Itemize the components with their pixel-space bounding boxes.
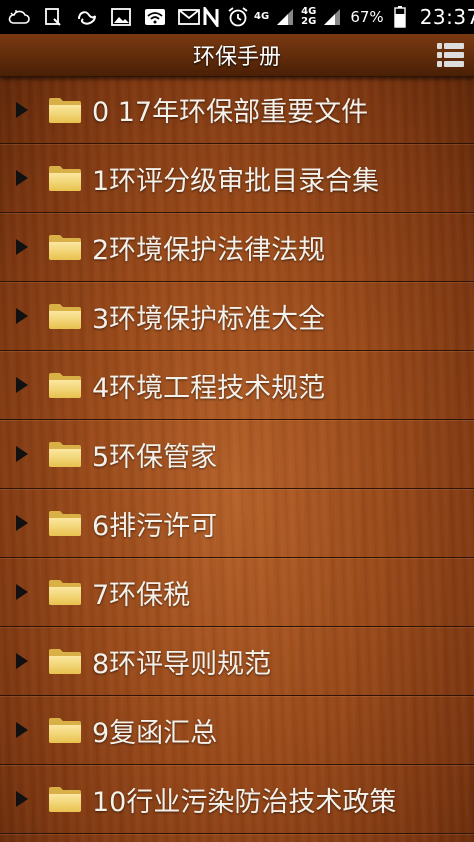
image-icon — [110, 6, 132, 28]
list-item-label: 4环境工程技术规范 — [92, 372, 326, 404]
app-bar: 环保手册 — [0, 34, 474, 77]
folder-icon — [48, 164, 82, 192]
network-label-2: 4G 2G — [301, 6, 317, 27]
list-item-label: 6排污许可 — [92, 510, 218, 542]
status-bar: 4G 4G 2G 67% 23:37 — [0, 0, 474, 34]
list-item-label: 7环保税 — [92, 579, 191, 611]
folder-icon — [48, 509, 82, 537]
signal-strength-icon-2 — [321, 6, 343, 28]
expand-arrow-icon[interactable] — [16, 377, 28, 393]
clipboard-icon — [42, 6, 64, 28]
list-item-2[interactable]: 2环境保护法律法规 — [0, 213, 474, 282]
list-item-label: 3环境保护标准大全 — [92, 303, 326, 335]
expand-arrow-icon[interactable] — [16, 101, 28, 118]
expand-arrow-icon[interactable] — [16, 584, 28, 600]
expand-arrow-icon[interactable] — [16, 446, 28, 462]
network-label-1: 4G — [254, 11, 270, 22]
list-item-label: 9复函汇总 — [92, 717, 218, 749]
folder-icon — [48, 96, 82, 124]
list-item-9[interactable]: 9复函汇总 — [0, 696, 474, 765]
list-item-6[interactable]: 6排污许可 — [0, 489, 474, 558]
list-item-4[interactable]: 4环境工程技术规范 — [0, 351, 474, 420]
expand-arrow-icon[interactable] — [16, 515, 28, 531]
wifi-icon — [144, 6, 166, 28]
notification-icons — [8, 6, 200, 28]
expand-arrow-icon[interactable] — [16, 722, 28, 738]
expand-arrow-icon[interactable] — [16, 239, 28, 255]
expand-arrow-icon[interactable] — [16, 308, 28, 324]
list-item-10[interactable]: 10行业污染防治技术政策 — [0, 765, 474, 834]
list-item-label: 5环保管家 — [92, 441, 218, 473]
expand-arrow-icon[interactable] — [16, 170, 28, 186]
signal-strength-icon — [274, 6, 296, 28]
clock-time: 23:37 — [419, 5, 474, 29]
mail-icon — [178, 6, 200, 28]
list-item-label: 10行业污染防治技术政策 — [92, 786, 397, 818]
list-item-0[interactable]: 0 17年环保部重要文件 — [0, 76, 474, 144]
list-item-label: 8环评导则规范 — [92, 648, 272, 680]
folder-icon — [48, 440, 82, 468]
list-item-8[interactable]: 8环评导则规范 — [0, 627, 474, 696]
system-status: 4G 4G 2G 67% 23:37 — [200, 5, 474, 29]
folder-icon — [48, 785, 82, 813]
list-item-7[interactable]: 7环保税 — [0, 558, 474, 627]
list-menu-icon — [436, 43, 464, 67]
list-item-label: 1环评分级审批目录合集 — [92, 165, 380, 197]
list-item-label: 0 17年环保部重要文件 — [92, 97, 369, 128]
alarm-icon — [227, 6, 249, 28]
folder-icon — [48, 578, 82, 606]
list-item-1[interactable]: 1环评分级审批目录合集 — [0, 144, 474, 213]
list-item-label: 2环境保护法律法规 — [92, 234, 326, 266]
folder-icon — [48, 647, 82, 675]
battery-icon — [389, 6, 411, 28]
expand-arrow-icon[interactable] — [16, 653, 28, 669]
list-menu-button[interactable] — [434, 39, 466, 71]
battery-percent: 67% — [350, 8, 384, 26]
nfc-icon — [200, 6, 222, 28]
list-item-5[interactable]: 5环保管家 — [0, 420, 474, 489]
folder-icon — [48, 716, 82, 744]
uc-browser-icon — [76, 6, 98, 28]
weather-cloud-icon — [8, 6, 30, 28]
folder-list: 0 17年环保部重要文件 1环评分级审批目录合集 2环境保护法律法规 3环境保护… — [0, 76, 474, 842]
expand-arrow-icon[interactable] — [16, 791, 28, 807]
list-item-3[interactable]: 3环境保护标准大全 — [0, 282, 474, 351]
folder-icon — [48, 371, 82, 399]
folder-icon — [48, 233, 82, 261]
folder-icon — [48, 302, 82, 330]
page-title: 环保手册 — [192, 45, 281, 70]
